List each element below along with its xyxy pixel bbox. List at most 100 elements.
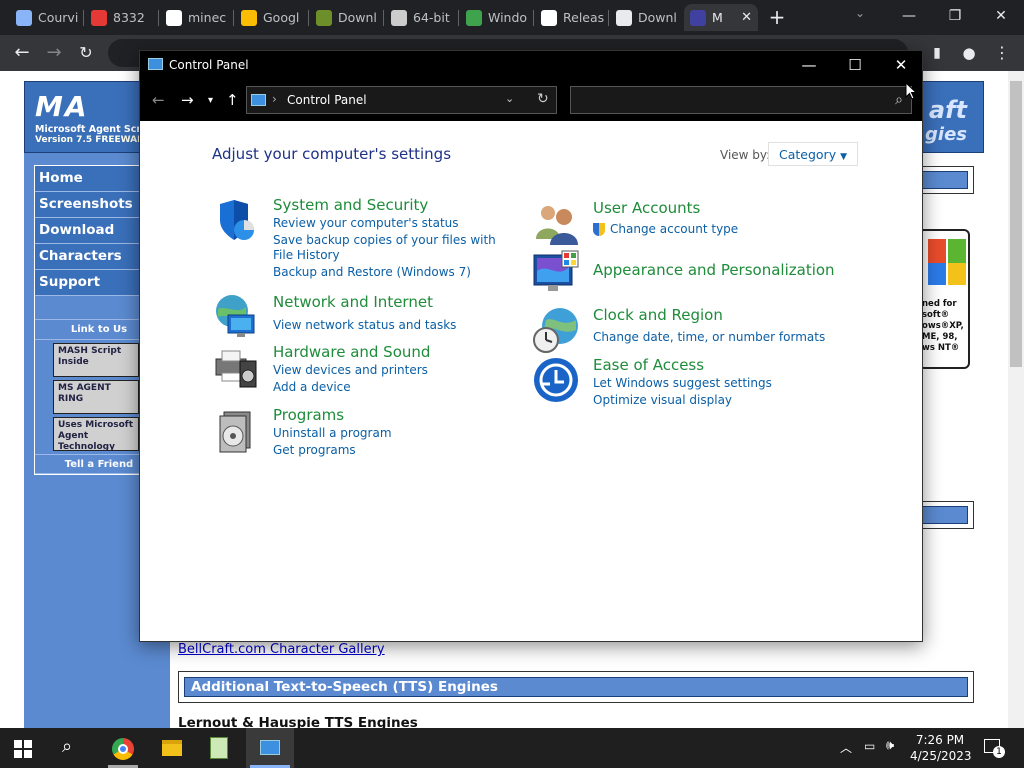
clock-region-title[interactable]: Clock and Region <box>593 306 723 324</box>
tab-favicon-icon <box>690 9 706 26</box>
tts-heading: Additional Text-to-Speech (TTS) Engines <box>184 677 968 697</box>
recent-locations-icon[interactable]: ▾ <box>208 95 213 106</box>
get-programs-link[interactable]: Get programs <box>273 443 356 457</box>
cp-minimize-button[interactable]: — <box>786 51 832 79</box>
profile-icon[interactable]: ● <box>957 41 981 65</box>
programs-disc-icon <box>219 411 251 453</box>
browser-tab-6[interactable]: Windo <box>460 4 532 31</box>
browser-close-button[interactable]: ✕ <box>978 0 1024 32</box>
ms-agent-ring-badge[interactable]: MS AGENT RING <box>53 380 139 414</box>
notification-count: 1 <box>993 746 1005 758</box>
browser-tab-8[interactable]: Downl <box>610 4 682 31</box>
system-security-title[interactable]: System and Security <box>273 196 428 214</box>
category-user-accounts: User Accounts Change account type <box>532 199 852 249</box>
cp-title-bar[interactable]: Control Panel — ☐ ✕ <box>140 51 922 79</box>
browser-tab-5[interactable]: 64-bit <box>385 4 457 31</box>
agent-technology-badge[interactable]: Uses Microsoft Agent Technology <box>53 417 139 452</box>
category-programs: Programs Uninstall a program Get program… <box>212 406 512 457</box>
network-status-link[interactable]: View network status and tasks <box>273 318 456 332</box>
start-button[interactable] <box>14 740 32 758</box>
tab-separator <box>83 10 84 26</box>
browser-minimize-button[interactable]: — <box>886 0 932 32</box>
site-logo-right-2: gies <box>925 124 967 145</box>
reload-icon[interactable]: ↻ <box>74 41 98 65</box>
tab-title: Releas <box>563 10 605 25</box>
browser-tab-0[interactable]: Courvi <box>10 4 82 31</box>
browser-tab-9[interactable]: M ✕ <box>684 4 758 31</box>
cp-content: Adjust your computer's settings View by:… <box>140 121 922 641</box>
hardware-sound-title[interactable]: Hardware and Sound <box>273 343 430 361</box>
taskbar: ⌕ ︿ ▭ 🕪 7:26 PM 4/25/2023 1 <box>0 728 1024 768</box>
printer-speaker-icon <box>215 350 257 388</box>
optimize-display-link[interactable]: Optimize visual display <box>593 393 732 407</box>
suggest-settings-link[interactable]: Let Windows suggest settings <box>593 376 772 390</box>
network-tray-icon[interactable]: ▭ <box>864 739 875 753</box>
page-scrollbar[interactable] <box>1008 71 1024 728</box>
browser-menu-icon[interactable]: ⋮ <box>990 41 1014 65</box>
notification-center-icon[interactable]: 1 <box>984 739 1005 758</box>
users-icon <box>536 206 578 245</box>
review-status-link[interactable]: Review your computer's status <box>273 216 459 230</box>
dropdown-arrow-icon: ▼ <box>840 152 848 162</box>
browser-tab-1[interactable]: 8332 <box>85 4 157 31</box>
tab-separator <box>233 10 234 26</box>
uninstall-program-link[interactable]: Uninstall a program <box>273 426 392 440</box>
cp-maximize-button[interactable]: ☐ <box>832 51 878 79</box>
forward-icon[interactable]: → <box>42 41 66 65</box>
backup-restore-link[interactable]: Backup and Restore (Windows 7) <box>273 265 471 279</box>
side-panel-icon[interactable]: ▮ <box>925 41 949 65</box>
cp-up-icon[interactable]: ↑ <box>226 91 239 109</box>
character-gallery-link[interactable]: BellCraft.com Character Gallery <box>178 642 385 657</box>
taskbar-chrome-icon[interactable] <box>112 738 134 760</box>
refresh-icon[interactable]: ↻ <box>537 91 549 107</box>
mash-badge[interactable]: MASH Script Inside <box>53 343 139 377</box>
scroll-thumb[interactable] <box>1010 81 1022 367</box>
browser-tab-7[interactable]: Releas <box>535 4 607 31</box>
cp-navigation-bar: ← → ▾ ↑ › Control Panel ⌄ ↻ ⌕ <box>140 79 922 121</box>
taskbar-notepad-icon[interactable] <box>210 737 228 759</box>
tab-title: Downl <box>638 10 677 25</box>
browser-tab-4[interactable]: Downl <box>310 4 382 31</box>
taskbar-search-icon[interactable]: ⌕ <box>62 736 72 757</box>
user-accounts-title[interactable]: User Accounts <box>593 199 700 217</box>
tab-title: Windo <box>488 10 528 25</box>
volume-tray-icon[interactable]: 🕪 <box>886 738 894 753</box>
add-device-link[interactable]: Add a device <box>273 380 351 394</box>
tab-title: Googl <box>263 10 300 25</box>
file-history-link[interactable]: Save backup copies of your files with Fi… <box>273 233 503 263</box>
tab-close-icon[interactable]: ✕ <box>741 10 752 25</box>
ease-of-access-title[interactable]: Ease of Access <box>593 356 704 374</box>
browser-tab-3[interactable]: Googl <box>235 4 307 31</box>
tray-overflow-icon[interactable]: ︿ <box>840 739 852 756</box>
taskbar-file-explorer-icon[interactable] <box>162 740 182 756</box>
cp-address-bar[interactable]: › Control Panel ⌄ ↻ <box>246 86 557 114</box>
tab-search-icon[interactable]: ⌄ <box>855 6 865 20</box>
view-by-select[interactable]: Category ▼ <box>768 142 859 166</box>
new-tab-button[interactable]: + <box>765 6 789 30</box>
browser-restore-button[interactable]: ❐ <box>932 0 978 32</box>
tab-separator <box>308 10 309 26</box>
tab-favicon-icon <box>91 9 107 26</box>
programs-title[interactable]: Programs <box>273 406 344 424</box>
breadcrumb-control-panel[interactable]: Control Panel <box>287 93 367 107</box>
address-dropdown-icon[interactable]: ⌄ <box>505 92 514 105</box>
tab-favicon-icon <box>541 9 557 26</box>
back-icon[interactable]: ← <box>10 41 34 65</box>
network-internet-title[interactable]: Network and Internet <box>273 293 433 311</box>
change-account-type-link[interactable]: Change account type <box>610 222 738 236</box>
taskbar-control-panel-button[interactable] <box>246 728 294 768</box>
taskbar-clock[interactable]: 7:26 PM 4/25/2023 <box>910 732 972 764</box>
devices-printers-link[interactable]: View devices and printers <box>273 363 428 377</box>
taskbar-date: 4/25/2023 <box>910 749 972 763</box>
cp-back-icon[interactable]: ← <box>152 91 165 109</box>
cp-forward-icon[interactable]: → <box>181 91 194 109</box>
cp-close-button[interactable]: ✕ <box>878 51 924 79</box>
tab-favicon-icon <box>466 9 482 26</box>
search-icon: ⌕ <box>895 92 903 108</box>
site-logo-right: aft <box>928 96 967 124</box>
date-time-formats-link[interactable]: Change date, time, or number formats <box>593 330 825 344</box>
appearance-title[interactable]: Appearance and Personalization <box>593 261 835 279</box>
browser-tab-2[interactable]: minec <box>160 4 232 31</box>
tab-title: 8332 <box>113 10 145 25</box>
cp-search-input[interactable]: ⌕ <box>570 86 912 114</box>
